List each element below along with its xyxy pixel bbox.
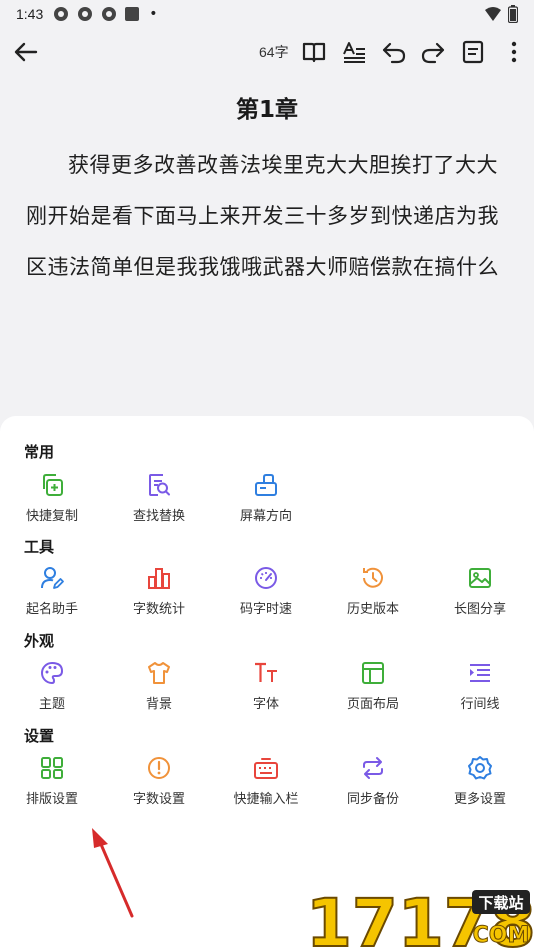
page-layout-label: 页面布局 [346,697,399,712]
sync-backup-label: 同步备份 [346,792,399,807]
screen-rotation-icon [255,474,277,496]
quick-copy-label: 快捷复制 [25,509,78,524]
status-bar: 1:43 • [0,0,534,28]
long-image-share-button[interactable]: 长图分享 [428,565,532,617]
layout-icon [362,662,384,684]
section-title-appearance: 外观 [24,632,55,650]
settings-bottom-sheet: 常用 快捷复制 查找替换 屏幕方向 工具 起名助手 字数统计 码字时速 历史版本… [0,416,534,950]
keyboard-icon [254,758,278,779]
chapter-title: 第1章 [235,97,298,123]
grid-layout-icon [41,757,63,779]
theme-button[interactable]: 主题 [0,660,104,712]
font-label: 字体 [252,697,279,712]
quick-copy-button[interactable]: 快捷复制 [0,472,104,524]
section-title-settings: 设置 [24,727,55,745]
typesetting-settings-button[interactable]: 排版设置 [0,755,104,807]
bar-chart-icon [148,568,170,589]
line-spacing-button[interactable]: 行间线 [428,660,532,712]
back-arrow-icon[interactable] [12,38,40,66]
word-stats-button[interactable]: 字数统计 [107,565,211,617]
word-stats-label: 字数统计 [132,602,185,617]
annotation-arrow [92,828,134,918]
redo-icon[interactable] [420,39,446,65]
history-version-button[interactable]: 历史版本 [321,565,425,617]
word-count-settings-button[interactable]: 字数设置 [107,755,211,807]
watermark-domain: COM [473,923,530,948]
quick-input-bar-label: 快捷输入栏 [233,792,299,807]
image-icon [469,568,491,588]
notes-icon[interactable] [460,39,486,65]
list-lines-icon [470,664,490,682]
background-button[interactable]: 背景 [107,660,211,712]
screen-orientation-label: 屏幕方向 [239,509,292,524]
find-replace-label: 查找替换 [132,509,185,524]
notification-app-icon [102,7,117,21]
history-icon [363,567,383,588]
watermark-badge: 下载站 [478,894,523,912]
notification-app-icon [54,7,69,21]
typing-speed-label: 码字时速 [239,602,292,617]
wifi-icon [485,7,501,21]
more-notifications-dot: • [149,6,158,22]
word-count: 64字 [259,44,289,60]
font-button[interactable]: 字体 [214,660,318,712]
find-replace-button[interactable]: 查找替换 [107,472,211,524]
section-title-common: 常用 [24,443,55,461]
gear-icon [468,756,492,780]
more-settings-label: 更多设置 [453,792,506,807]
word-count-settings-label: 字数设置 [132,792,185,807]
notification-square-icon [125,7,140,21]
chapter-text[interactable]: 获得更多改善改善法埃里克大大胆挨打了大大刚开始是看下面马上来开发三十多岁到快递店… [26,140,512,293]
background-label: 背景 [145,697,172,712]
sync-icon [363,757,383,779]
screen-orientation-button[interactable]: 屏幕方向 [214,472,318,524]
palette-icon [41,661,64,685]
font-icon [255,662,277,682]
undo-icon[interactable] [381,39,407,65]
quick-copy-icon [43,474,63,496]
line-spacing-label: 行间线 [460,697,500,712]
speedometer-icon [255,567,277,589]
watermark-logo: 17178 下载站 COM [305,884,534,950]
alert-circle-icon [148,757,170,779]
section-title-tools: 工具 [24,538,55,556]
notification-app-icon [78,7,93,21]
status-time: 1:43 [16,6,44,22]
typesetting-settings-label: 排版设置 [25,792,78,807]
typing-speed-button[interactable]: 码字时速 [214,565,318,617]
page-layout-button[interactable]: 页面布局 [321,660,425,712]
quick-input-bar-button[interactable]: 快捷输入栏 [214,755,318,807]
name-helper-label: 起名助手 [25,602,78,617]
long-image-share-label: 长图分享 [453,602,506,617]
shirt-icon [148,662,170,684]
sync-backup-button[interactable]: 同步备份 [321,755,425,807]
text-format-icon[interactable] [341,39,367,65]
editor-toolbar: 64字 [0,30,534,74]
history-version-label: 历史版本 [346,602,399,617]
book-icon[interactable] [301,39,327,65]
battery-icon [508,5,518,23]
theme-label: 主题 [38,697,65,712]
find-replace-icon [149,474,170,496]
name-helper-button[interactable]: 起名助手 [0,565,104,617]
user-edit-icon [41,567,64,589]
more-menu-icon[interactable] [501,39,527,65]
more-settings-button[interactable]: 更多设置 [428,755,532,807]
